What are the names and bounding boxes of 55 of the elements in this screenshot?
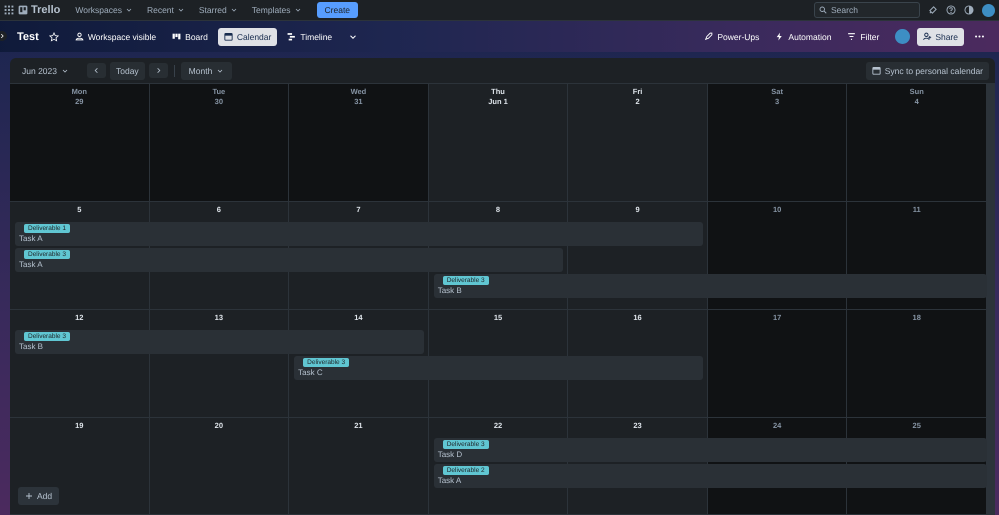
event-title: Task B [438, 286, 462, 296]
event-title: Task B [19, 342, 44, 352]
contrast-icon[interactable] [964, 5, 974, 15]
app-logo[interactable]: Trello [18, 4, 60, 16]
create-button[interactable]: Create [316, 2, 358, 18]
avatar[interactable] [895, 29, 910, 44]
chevron-down-icon [294, 6, 302, 14]
nav-menu[interactable]: Starred [194, 3, 243, 17]
sync-calendar-button[interactable]: Sync to personal calendar [866, 62, 989, 80]
star-icon[interactable] [48, 32, 59, 42]
calendar-icon [872, 66, 881, 75]
board-icon [172, 32, 182, 41]
chevron-left-icon [92, 67, 100, 74]
board-title[interactable]: Test [17, 30, 39, 42]
board-logo-icon [18, 5, 28, 15]
chevron-down-icon [60, 66, 69, 74]
lightning-icon [775, 32, 784, 41]
people-icon [74, 32, 84, 41]
chevron-down-icon [216, 66, 224, 74]
view-range-dropdown[interactable]: Month [180, 62, 232, 80]
add-button[interactable]: Add [18, 487, 60, 505]
event-title: Task A [19, 260, 43, 270]
nav-menu[interactable]: Workspaces [70, 3, 138, 17]
chevron-down-icon [176, 6, 185, 14]
event-title: Task A [19, 234, 43, 244]
avatar[interactable] [982, 4, 995, 16]
view-tab[interactable]: Board [166, 28, 214, 46]
search-field[interactable]: Search [814, 2, 920, 18]
help-icon[interactable] [946, 5, 956, 15]
apps-grid-icon[interactable] [4, 5, 14, 15]
timeline-icon [287, 32, 296, 41]
scrollbar[interactable] [987, 84, 995, 515]
chevron-down-icon [124, 6, 133, 14]
chevron-right-icon [0, 33, 5, 39]
nav-menu[interactable]: Templates [246, 3, 307, 17]
today-button[interactable]: Today [110, 62, 145, 80]
event-title: Task D [438, 450, 462, 460]
view-tab[interactable]: Timeline [281, 28, 338, 46]
share-button[interactable]: Share [917, 28, 964, 46]
filter-icon [847, 32, 856, 41]
event-title: Task C [298, 368, 323, 378]
nav-menu[interactable]: Recent [142, 3, 190, 17]
board-action-button[interactable]: Automation [769, 28, 838, 46]
chevron-right-icon [154, 67, 162, 74]
month-year-selector[interactable]: Jun 2023 [16, 62, 75, 80]
board-action-button[interactable]: Power-Ups [698, 28, 766, 46]
calendar-icon [224, 32, 233, 41]
view-tab[interactable]: Calendar [218, 28, 278, 46]
chevron-down-icon [230, 6, 238, 14]
event-title: Task A [438, 476, 462, 486]
visibility-button[interactable]: Workspace visible [68, 28, 162, 46]
plus-icon [25, 492, 33, 500]
sidebar-toggle-button[interactable] [0, 31, 7, 41]
board-action-button[interactable]: Filter [841, 28, 886, 46]
person-add-icon [923, 32, 932, 41]
